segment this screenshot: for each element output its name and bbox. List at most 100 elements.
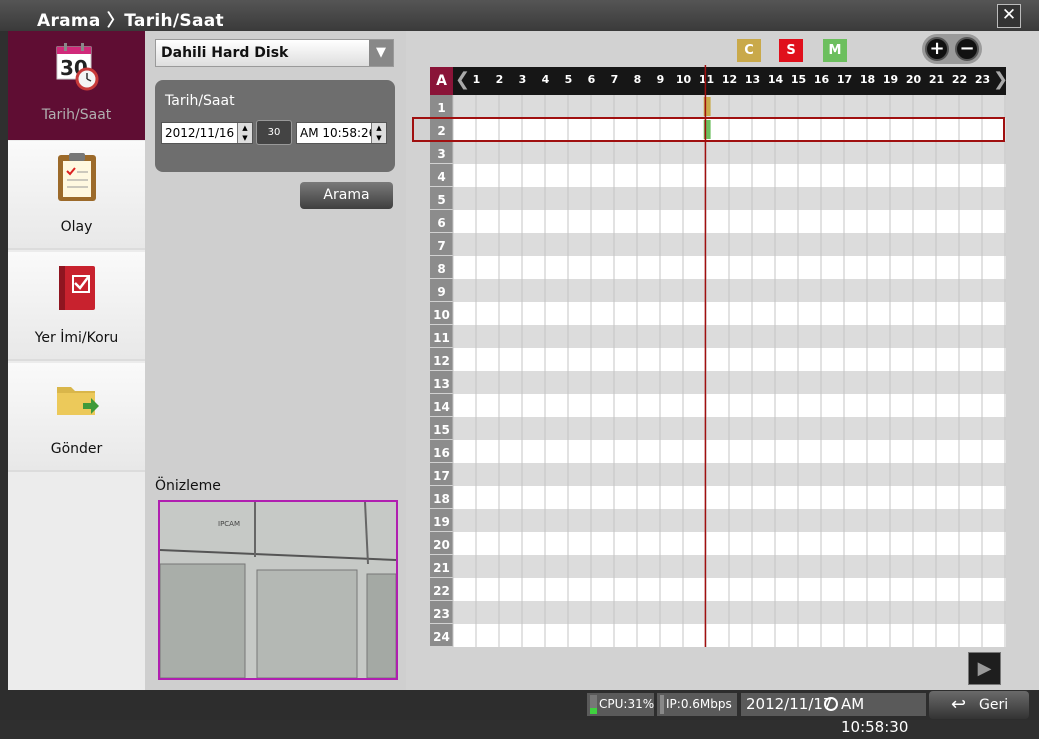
clock-date: 2012/11/17 xyxy=(746,695,833,713)
channel-number[interactable]: 24 xyxy=(430,624,453,647)
storage-value: Dahili Hard Disk xyxy=(161,45,289,61)
clock-icon xyxy=(824,697,838,711)
play-button[interactable]: ▶ xyxy=(968,652,1001,685)
preview-overlay-text: IPCAM xyxy=(218,520,240,528)
hour-label: 12 xyxy=(721,73,738,86)
bookmark-book-icon xyxy=(59,266,95,310)
channel-number[interactable]: 20 xyxy=(430,532,453,555)
channel-number[interactable]: 2 xyxy=(430,118,453,141)
channel-number[interactable]: 16 xyxy=(430,440,453,463)
hour-label: 16 xyxy=(813,73,830,86)
back-arrow-icon: ↩ xyxy=(951,694,967,715)
clock-time: AM 10:58:30 xyxy=(841,695,909,736)
channel-number[interactable]: 13 xyxy=(430,371,453,394)
cpu-indicator: CPU:31% xyxy=(587,693,654,716)
channel-number[interactable]: 6 xyxy=(430,210,453,233)
cpu-meter-fill xyxy=(590,708,597,714)
hour-label: 7 xyxy=(610,73,619,86)
sidebar-item-export[interactable]: Gönder xyxy=(8,363,145,472)
hour-label: 19 xyxy=(882,73,899,86)
hour-label: 14 xyxy=(767,73,784,86)
hour-label: 3 xyxy=(518,73,527,86)
sidebar-item-label: Yer İmi/Koru xyxy=(34,330,119,346)
sidebar: 30 Tarih/Saat Olay Yer İmi/Koru Gönder xyxy=(8,31,145,690)
date-spinner[interactable]: ▲ ▼ xyxy=(237,123,252,143)
hour-label: 8 xyxy=(633,73,642,86)
channel-number[interactable]: 17 xyxy=(430,463,453,486)
title-bar: Arama 〉Tarih/Saat ✕ xyxy=(0,0,1039,31)
hour-label: 22 xyxy=(951,73,968,86)
sidebar-item-bookmark[interactable]: Yer İmi/Koru xyxy=(8,252,145,361)
date-value: 2012/11/16 xyxy=(165,126,235,140)
preview-camera-frame: IPCAM xyxy=(160,502,396,678)
sidebar-item-event[interactable]: Olay xyxy=(8,141,145,250)
channel-number[interactable]: 4 xyxy=(430,164,453,187)
sidebar-item-label: Gönder xyxy=(50,441,103,457)
hour-label: 13 xyxy=(744,73,761,86)
zoom-out-icon[interactable]: − xyxy=(955,37,979,61)
status-bar: CPU:31% IP:0.6Mbps 2012/11/17 AM 10:58:3… xyxy=(0,690,1039,736)
channel-number[interactable]: 23 xyxy=(430,601,453,624)
date-field[interactable]: 2012/11/16 ▲ ▼ xyxy=(161,122,253,144)
hour-header: A ❮ ❯ 1 2 3 4 5 6 7 8 9 10 11 12 13 14 15 16 17 18 19 20 21 2… xyxy=(430,67,1008,95)
channel-number[interactable]: 3 xyxy=(430,141,453,164)
channel-number[interactable]: 14 xyxy=(430,394,453,417)
breadcrumb: Arama 〉Tarih/Saat xyxy=(37,11,224,31)
back-label: Geri xyxy=(979,697,1009,713)
channel-number[interactable]: 8 xyxy=(430,256,453,279)
calendar-button[interactable]: 30 xyxy=(256,120,292,145)
channel-number[interactable]: 18 xyxy=(430,486,453,509)
hour-label: 20 xyxy=(905,73,922,86)
hour-label: 9 xyxy=(656,73,665,86)
legend-m[interactable]: M xyxy=(823,39,847,62)
all-channels-button[interactable]: A xyxy=(430,67,453,95)
datetime-box: Tarih/Saat 2012/11/16 ▲ ▼ 30 AM 10:58:26 … xyxy=(155,80,395,172)
time-spinner[interactable]: ▲ ▼ xyxy=(371,123,386,143)
storage-dropdown[interactable]: Dahili Hard Disk ▼ xyxy=(155,39,394,67)
time-value: AM 10:58:26 xyxy=(300,126,377,140)
channel-number[interactable]: 9 xyxy=(430,279,453,302)
channel-number[interactable]: 19 xyxy=(430,509,453,532)
close-button[interactable]: ✕ xyxy=(997,4,1021,28)
timeline-panel: CSM + − A ❮ ❯ 1 2 3 4 5 6 7 8 9 10 11 12 13 14 15 16 17 1… xyxy=(406,31,1039,690)
hour-label: 17 xyxy=(836,73,853,86)
hour-label: 6 xyxy=(587,73,596,86)
ip-meter xyxy=(660,695,664,714)
hour-label: 2 xyxy=(495,73,504,86)
hour-label: 5 xyxy=(564,73,573,86)
timeline-grid[interactable] xyxy=(412,65,1006,648)
calendar-clock-icon: 30 xyxy=(56,43,99,91)
hour-label: 10 xyxy=(675,73,692,86)
time-field[interactable]: AM 10:58:26 ▲ ▼ xyxy=(296,122,387,144)
search-panel: Dahili Hard Disk ▼ Tarih/Saat 2012/11/16… xyxy=(145,31,406,690)
zoom-in-icon[interactable]: + xyxy=(925,37,949,61)
channel-number[interactable]: 7 xyxy=(430,233,453,256)
cpu-text: CPU:31% xyxy=(599,697,655,711)
folder-export-icon xyxy=(57,387,99,415)
ip-text: IP:0.6Mbps xyxy=(666,697,732,711)
channel-number[interactable]: 11 xyxy=(430,325,453,348)
search-button[interactable]: Arama xyxy=(300,182,393,209)
hour-label: 21 xyxy=(928,73,945,86)
channel-number[interactable]: 21 xyxy=(430,555,453,578)
hour-label: 1 xyxy=(472,73,481,86)
hour-label: 23 xyxy=(974,73,991,86)
zoom-controls: + − xyxy=(922,34,982,64)
legend-c[interactable]: C xyxy=(737,39,761,62)
datetime-title: Tarih/Saat xyxy=(165,93,235,109)
preview-label: Önizleme xyxy=(155,478,221,494)
channel-number[interactable]: 1 xyxy=(430,95,453,118)
clock-display: 2012/11/17 AM 10:58:30 xyxy=(741,693,926,736)
channel-number[interactable]: 10 xyxy=(430,302,453,325)
hour-label: 15 xyxy=(790,73,807,86)
channel-number[interactable]: 12 xyxy=(430,348,453,371)
clipboard-icon xyxy=(58,153,96,201)
sidebar-item-date-time[interactable]: 30 Tarih/Saat xyxy=(8,31,145,140)
channel-number[interactable]: 15 xyxy=(430,417,453,440)
back-button[interactable]: ↩ Geri xyxy=(929,691,1029,719)
legend-s[interactable]: S xyxy=(779,39,803,62)
scroll-right-icon[interactable]: ❯ xyxy=(993,69,1008,90)
channel-number[interactable]: 5 xyxy=(430,187,453,210)
channel-number[interactable]: 22 xyxy=(430,578,453,601)
chevron-down-icon[interactable]: ▼ xyxy=(369,40,393,66)
